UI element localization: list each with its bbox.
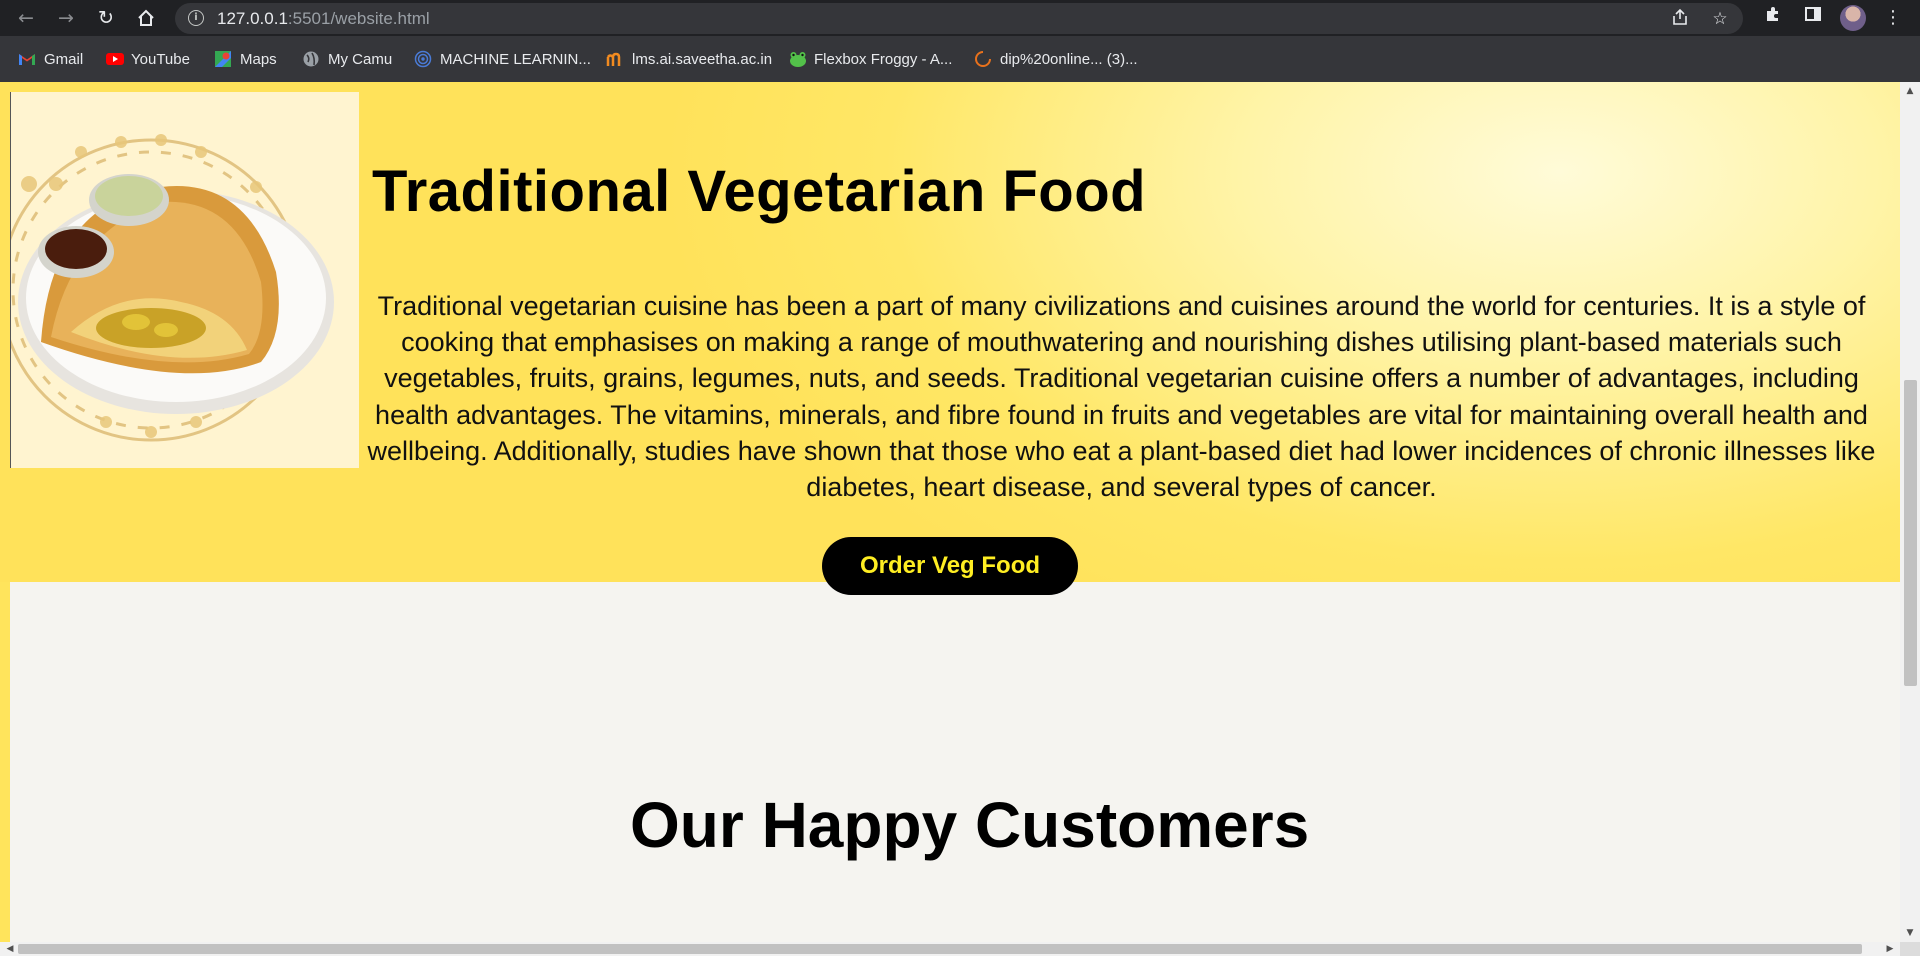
back-icon[interactable]: ← (12, 4, 40, 32)
scroll-up-arrow-icon[interactable]: ▲ (1900, 84, 1920, 98)
bookmark-my-camu[interactable]: My Camu (302, 49, 392, 69)
horizontal-scroll-thumb[interactable] (18, 944, 1862, 954)
bookmark-machine-learning[interactable]: MACHINE LEARNIN... (414, 49, 591, 69)
bookmark-gmail[interactable]: Gmail (18, 49, 83, 69)
horizontal-scrollbar[interactable]: ◀ ▶ (0, 942, 1900, 956)
loading-icon (974, 50, 992, 68)
bookmark-dip-online[interactable]: dip%20online... (3)... (974, 49, 1138, 69)
maps-icon (214, 50, 232, 68)
menu-kebab-icon[interactable]: ⋮ (1880, 5, 1906, 31)
page-viewport: Traditional Vegetarian Food Traditional … (0, 82, 1900, 942)
share-icon[interactable] (1669, 8, 1691, 30)
extensions-icon[interactable] (1760, 5, 1786, 31)
bookmarks-bar: Gmail YouTube Maps My Camu MACHINE LEARN… (0, 36, 1920, 83)
scroll-left-arrow-icon[interactable]: ◀ (0, 942, 20, 956)
url-text[interactable]: 127.0.0.1:5501/website.html (217, 9, 430, 29)
lms-icon (606, 50, 624, 68)
address-bar[interactable]: i 127.0.0.1:5501/website.html ☆ (175, 3, 1743, 34)
frog-icon (788, 50, 806, 68)
bookmark-youtube[interactable]: YouTube (105, 49, 190, 69)
side-panel-icon[interactable] (1800, 5, 1826, 31)
scroll-right-arrow-icon[interactable]: ▶ (1880, 942, 1900, 956)
site-info-icon[interactable]: i (188, 10, 204, 26)
dosa-image (10, 92, 359, 468)
forward-icon[interactable]: → (52, 4, 80, 32)
bookmark-star-icon[interactable]: ☆ (1709, 8, 1731, 30)
hero-title: Traditional Vegetarian Food (372, 159, 1147, 224)
reload-icon[interactable]: ↻ (92, 4, 120, 32)
scroll-down-arrow-icon[interactable]: ▼ (1900, 926, 1920, 940)
globe-icon (302, 50, 320, 68)
order-veg-food-button[interactable]: Order Veg Food (822, 537, 1078, 595)
home-icon[interactable] (132, 4, 160, 32)
bookmark-maps[interactable]: Maps (214, 49, 277, 69)
browser-toolbar: ← → ↻ i 127.0.0.1:5501/website.html ☆ ⋮ (0, 0, 1920, 36)
vertical-scrollbar[interactable]: ▲ ▼ (1900, 82, 1920, 942)
hero-description: Traditional vegetarian cuisine has been … (367, 291, 1876, 503)
vertical-scroll-thumb[interactable] (1904, 380, 1917, 686)
bookmark-lms[interactable]: lms.ai.saveetha.ac.in (606, 49, 772, 69)
spiral-icon (414, 50, 432, 68)
scrollbar-corner (1900, 942, 1920, 956)
bookmark-flexbox-froggy[interactable]: Flexbox Froggy - A... (788, 49, 952, 69)
happy-customers-title: Our Happy Customers (630, 789, 1310, 861)
profile-avatar[interactable] (1840, 5, 1866, 31)
youtube-icon (105, 50, 124, 68)
gmail-icon (18, 50, 36, 68)
